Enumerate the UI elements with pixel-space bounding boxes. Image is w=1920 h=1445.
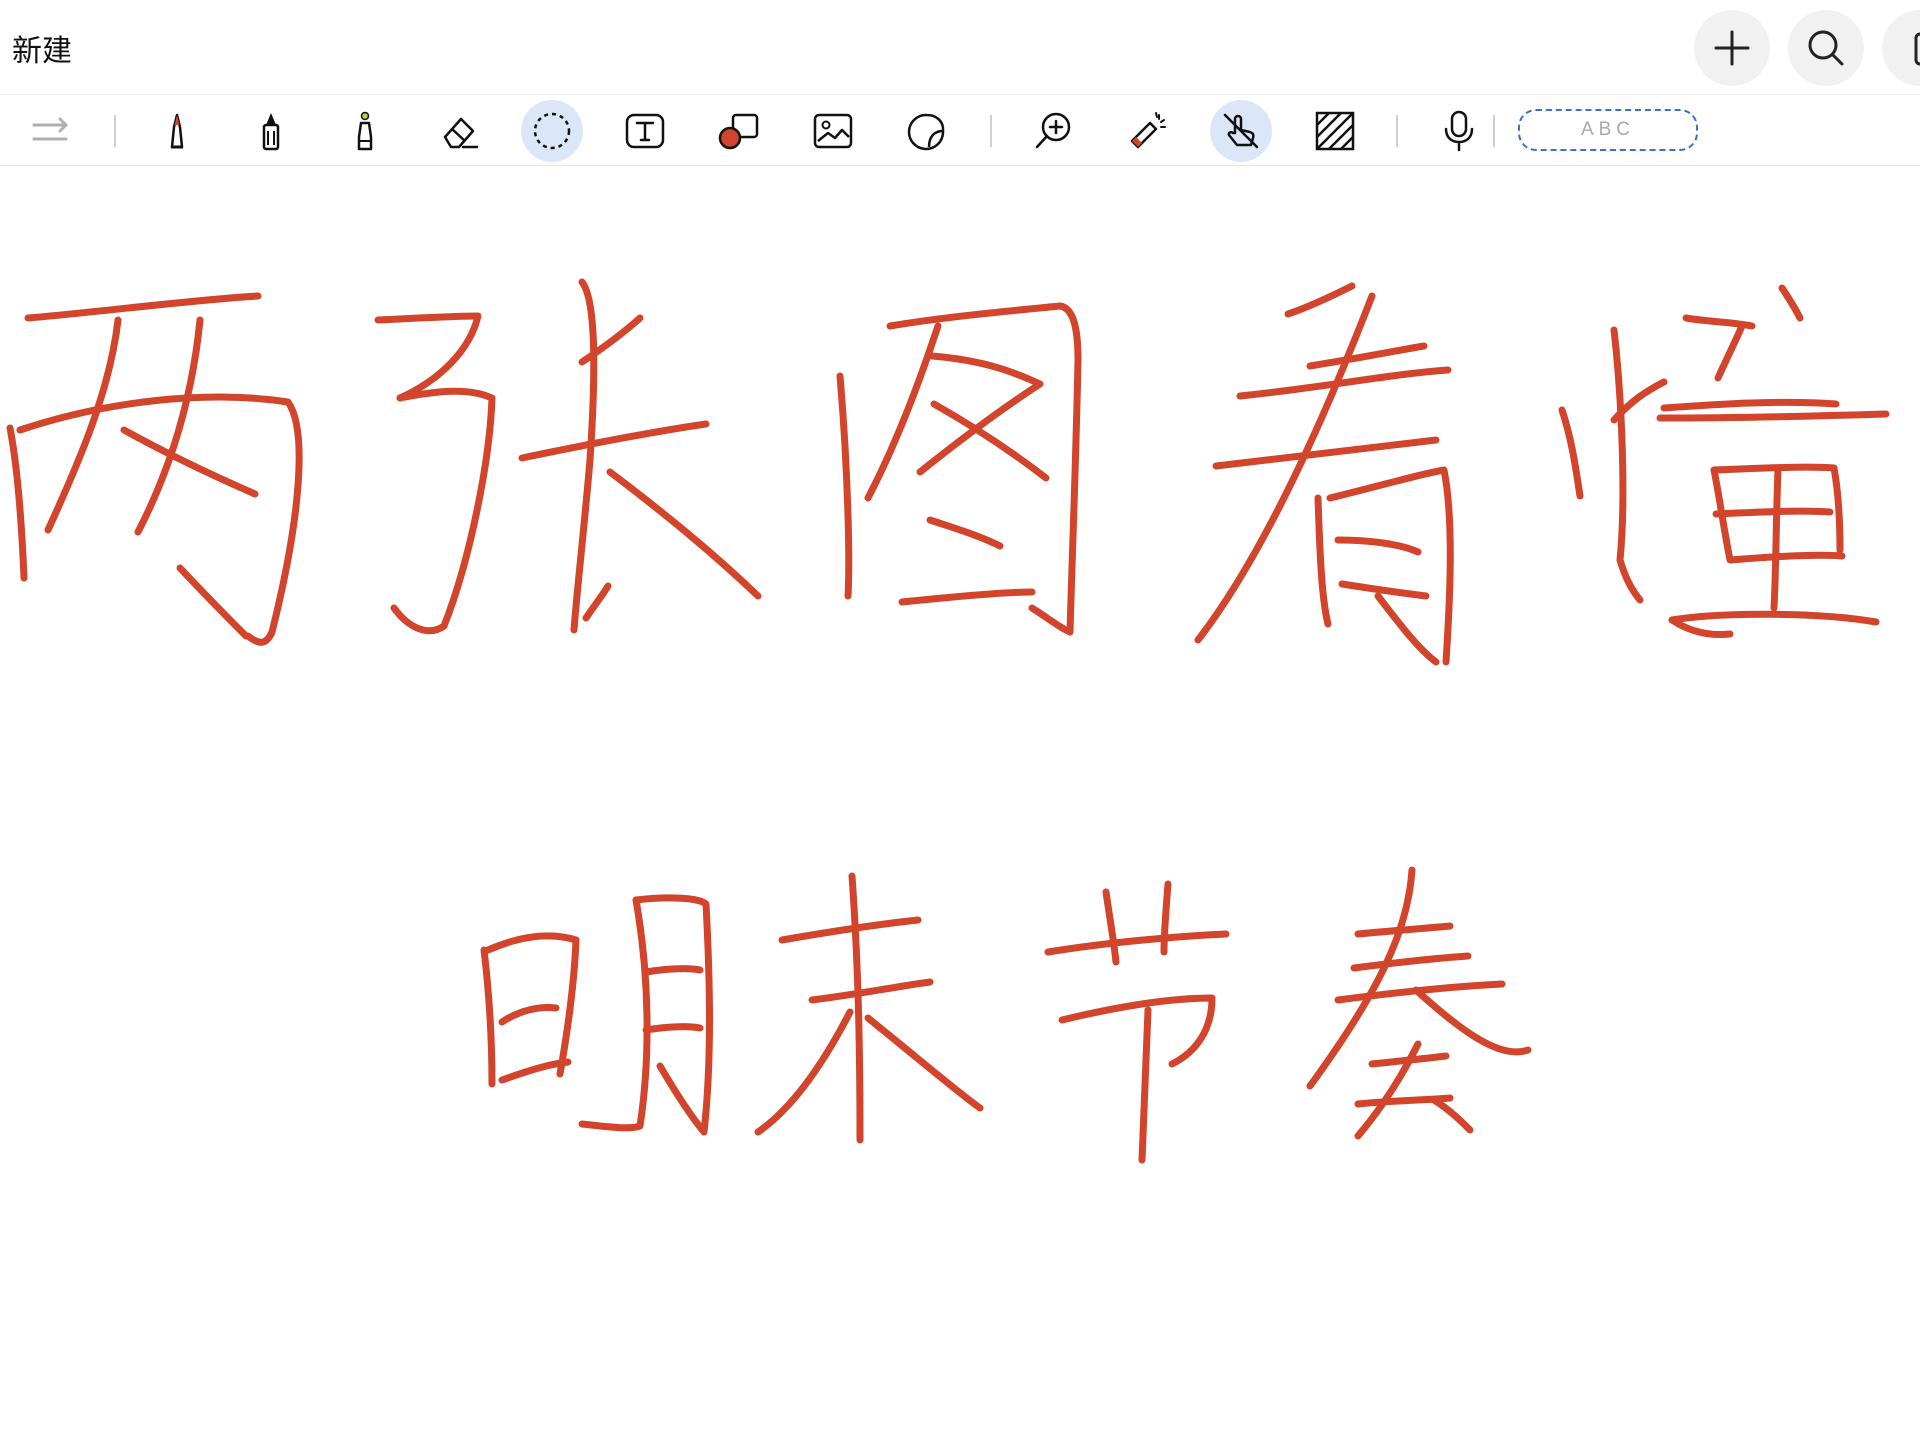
pen-icon: [170, 113, 184, 149]
title-bar: 新建: [0, 0, 1920, 95]
laser-pointer-icon: [1130, 112, 1166, 149]
hand-off-icon: [1223, 113, 1259, 149]
handwritten-char-zou[interactable]: [1306, 866, 1532, 1140]
hatch-pattern-icon: [1315, 111, 1355, 151]
handwritten-char-dong[interactable]: [1558, 284, 1890, 638]
sticker-tool[interactable]: [896, 100, 958, 162]
handwriting-input-field[interactable]: ABC: [1518, 109, 1698, 151]
paper-pattern-tool[interactable]: [1304, 100, 1366, 162]
toolbar-separator: [1493, 115, 1495, 147]
handwritten-char-jie[interactable]: [1044, 880, 1230, 1164]
marker-tool[interactable]: [240, 100, 302, 162]
redo-button[interactable]: [20, 100, 82, 162]
handwritten-char-kan[interactable]: [1194, 282, 1454, 666]
toolbar-separator: [990, 115, 992, 147]
plus-icon: [1714, 30, 1750, 66]
redo-icon: [32, 117, 68, 141]
lasso-icon: [533, 112, 571, 150]
eraser-tool[interactable]: [428, 100, 490, 162]
drawing-canvas[interactable]: [0, 166, 1920, 1440]
toolbar-separator: [1396, 115, 1398, 147]
shape-icon: [718, 113, 759, 150]
laser-pointer-tool[interactable]: [1116, 100, 1178, 162]
zoom-in-icon: [1035, 112, 1071, 149]
lasso-tool[interactable]: [521, 100, 583, 162]
text-box-icon: [625, 113, 665, 149]
image-icon: [813, 113, 853, 149]
add-button[interactable]: [1694, 10, 1770, 86]
highlighter-icon: [357, 111, 373, 151]
handwritten-char-liang[interactable]: [6, 292, 303, 646]
pen-tool[interactable]: [146, 100, 208, 162]
eraser-icon: [443, 117, 479, 149]
toolbar: ABC: [0, 95, 1920, 166]
sticker-icon: [907, 113, 945, 151]
highlighter-tool[interactable]: [334, 100, 396, 162]
search-icon: [1808, 30, 1844, 66]
handwriting-layer: [6, 278, 1890, 1164]
marker-icon: [262, 113, 280, 151]
search-button[interactable]: [1788, 10, 1864, 86]
handwritten-char-ming[interactable]: [480, 894, 713, 1136]
document-title[interactable]: 新建: [12, 26, 72, 70]
toolbar-separator: [114, 115, 116, 147]
zoom-tool[interactable]: [1022, 100, 1084, 162]
square-icon: [1914, 32, 1920, 66]
shape-tool[interactable]: [708, 100, 770, 162]
microphone-tool[interactable]: [1428, 100, 1490, 162]
microphone-icon: [1444, 110, 1474, 152]
hand-touch-tool[interactable]: [1210, 100, 1272, 162]
page-button[interactable]: [1882, 10, 1920, 86]
handwritten-char-tu[interactable]: [836, 302, 1082, 636]
handwritten-char-mo[interactable]: [754, 872, 984, 1144]
handwritten-char-zhang[interactable]: [374, 278, 762, 635]
image-tool[interactable]: [802, 100, 864, 162]
text-tool[interactable]: [614, 100, 676, 162]
